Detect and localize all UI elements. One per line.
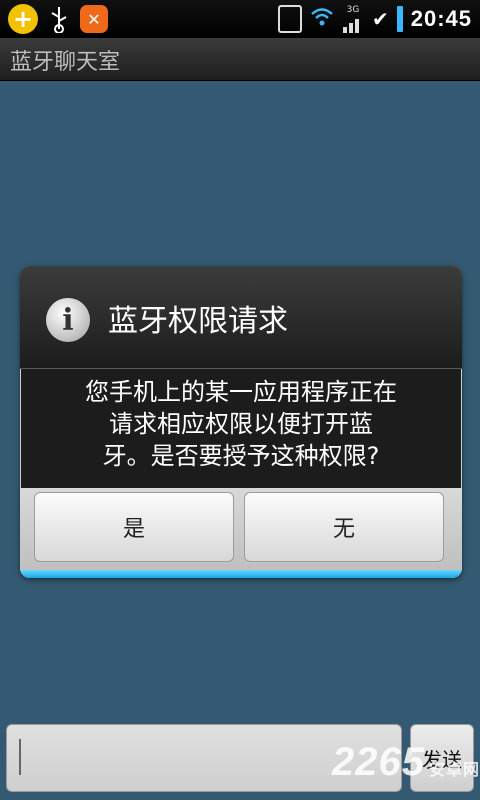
bluetooth-permission-dialog: i 蓝牙权限请求 您手机上的某一应用程序正在 请求相应权限以便打开蓝 牙。是否要… <box>20 266 462 578</box>
check-icon: ✔ <box>371 7 389 31</box>
info-icon: i <box>46 298 90 342</box>
dialog-message-line: 请求相应权限以便打开蓝 <box>109 410 373 438</box>
watermark-logo: 2265 安卓网 <box>332 740 480 785</box>
status-left-icons: + ✕ <box>8 3 108 35</box>
usb-icon <box>48 5 70 34</box>
dialog-message: 您手机上的某一应用程序正在 请求相应权限以便打开蓝 牙。是否要授予这种权限? <box>20 370 462 488</box>
dialog-button-bar: 是 无 <box>20 488 462 578</box>
clock: 20:45 <box>410 6 472 31</box>
signal-3g-icon: 3G <box>342 5 364 33</box>
app-title-bar: 蓝牙聊天室 <box>0 38 480 81</box>
watermark-text: 2265 <box>332 740 425 784</box>
dialog-message-line: 牙。是否要授予这种权限? <box>102 442 380 470</box>
dialog-message-line: 您手机上的某一应用程序正在 <box>85 378 397 406</box>
status-bar: + ✕ 3G ✔ 20:45 <box>0 0 480 38</box>
no-button[interactable]: 无 <box>244 492 444 562</box>
yes-button[interactable]: 是 <box>34 492 234 562</box>
status-right-icons: 3G ✔ 20:45 <box>277 3 472 35</box>
dialog-header: i 蓝牙权限请求 <box>20 266 462 369</box>
tools-app-icon: ✕ <box>80 5 108 33</box>
battery-icon <box>396 6 403 32</box>
app-title: 蓝牙聊天室 <box>10 50 121 75</box>
wifi-icon <box>310 5 334 33</box>
plus-app-icon: + <box>8 4 38 34</box>
dialog-title: 蓝牙权限请求 <box>108 304 288 339</box>
vibrate-icon <box>277 5 302 33</box>
watermark-suffix: 安卓网 <box>428 762 480 779</box>
